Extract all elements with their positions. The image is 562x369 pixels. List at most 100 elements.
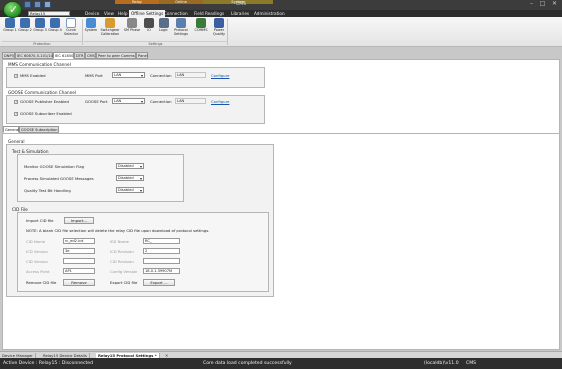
goose-subscriber-label: GOOSE Subscriber Enabled <box>20 111 72 116</box>
tab-dtr[interactable]: DTR <box>74 52 85 59</box>
process-simulated-select[interactable]: Disabled <box>116 175 144 181</box>
export-button[interactable]: Export ... <box>143 279 175 286</box>
cid-version-field <box>63 258 95 264</box>
window-title: CMS <box>236 2 247 7</box>
cid-note: NOTE: A blank CID file selection will de… <box>26 228 210 233</box>
save-icon[interactable] <box>24 1 31 8</box>
goose-connection-label: Connection <box>150 99 172 104</box>
cid-version-label: CID Version <box>26 259 48 264</box>
group-label-settings: Settings <box>84 41 227 46</box>
goose-port-select[interactable]: LAN <box>112 98 145 104</box>
mms-port-select[interactable]: LAN <box>112 72 145 78</box>
tab-dnp3[interactable]: DNP3 <box>2 52 15 59</box>
goose-fieldset: GOOSE Publisher Enabled GOOSE Port LAN C… <box>6 95 265 124</box>
quality-test-select[interactable]: Disabled <box>116 187 144 193</box>
close-icon[interactable]: ✕ <box>550 1 559 8</box>
cid-name-label: CID Name <box>26 239 46 244</box>
protocol-icon <box>176 18 186 28</box>
menu-bar: Relay15 Device View Help Offline Setting… <box>0 10 562 17</box>
remove-cid-label: Remove CID file <box>26 280 57 285</box>
maximize-icon[interactable]: □ <box>538 1 547 8</box>
switchgear-calibration-button[interactable]: Switchgear Calibration <box>100 18 120 41</box>
tab-cms[interactable]: CMS <box>85 52 96 59</box>
mms-connection-field: LAN <box>175 72 206 78</box>
cid-name-field: rc_ed2.icd <box>63 238 95 244</box>
tab-peer-to-peer-comms[interactable]: Peer to peer Comms <box>96 52 136 59</box>
goose-connection-field: LAN <box>175 98 206 104</box>
goose-configure-link[interactable]: Configure <box>211 99 229 104</box>
icd-revision-field: 2 <box>143 248 180 254</box>
icd-version-label: ICD Version <box>26 249 48 254</box>
sm-phase-button[interactable]: SM Phase <box>123 18 141 41</box>
goose-publisher-label: GOOSE Publisher Enabled <box>20 99 69 104</box>
io-button[interactable]: IO <box>143 18 155 41</box>
protocol-settings-button[interactable]: Protocol Settings <box>172 18 190 41</box>
tab-panel[interactable]: Panel <box>136 52 148 59</box>
mms-enabled-checkbox[interactable] <box>14 73 18 78</box>
ribbon-separator <box>82 19 83 45</box>
goose-publisher-checkbox[interactable] <box>14 99 18 104</box>
group-1-button[interactable]: Group 1 <box>3 18 17 41</box>
calibration-icon <box>105 18 115 28</box>
config-version-field: 18.0.1.39907M <box>143 268 180 274</box>
group-icon <box>35 18 45 28</box>
phase-icon <box>127 18 137 28</box>
goose-subscriber-checkbox[interactable] <box>14 111 18 116</box>
group-2-button[interactable]: Group 2 <box>18 18 32 41</box>
group-icon <box>20 18 30 28</box>
curve-selector-button[interactable]: Curve Selector <box>63 18 79 41</box>
remove-button[interactable]: Remove <box>63 279 95 286</box>
redo-icon[interactable] <box>44 1 51 8</box>
access-point-label: Access Point <box>26 269 50 274</box>
config-version-label: Config Version <box>110 269 138 274</box>
ied-name-field: RC_ <box>143 238 180 244</box>
device-select[interactable]: Relay15 <box>28 11 70 16</box>
system-icon <box>86 18 96 28</box>
tab-iec-60870[interactable]: IEC 60870-5-101/104 <box>15 52 55 59</box>
cid-revision-field <box>143 258 180 264</box>
logic-icon <box>158 18 169 28</box>
app-logo-icon[interactable] <box>3 1 22 18</box>
group-3-button[interactable]: Group 3 <box>33 18 47 41</box>
cid-fieldset: Import CID file Import... NOTE: A blank … <box>17 212 269 292</box>
mms-port-label: MMS Port <box>85 73 103 78</box>
group-icon <box>5 18 15 28</box>
menu-connection[interactable]: Connection <box>162 10 190 17</box>
access-point-field: AP1 <box>63 268 95 274</box>
menu-field-readings[interactable]: Field Readings <box>192 10 226 17</box>
ribbon-separator <box>227 19 228 45</box>
cid-revision-label: CID Revision <box>110 259 134 264</box>
general-fieldset: Test & Simulation Monitor GOOSE Simulati… <box>6 144 274 297</box>
comms-button[interactable]: COMMS <box>192 18 210 41</box>
import-button[interactable]: Import... <box>64 217 94 224</box>
ribbon: Group 1 Group 2 Group 3 Group 4 Curve Se… <box>0 17 562 47</box>
menu-administration[interactable]: Administration <box>252 10 287 17</box>
mms-enabled-label: MMS Enabled <box>20 73 46 78</box>
context-tab-relay: Relay <box>115 0 159 4</box>
group-4-button[interactable]: Group 4 <box>48 18 62 41</box>
menu-device[interactable]: Device <box>83 10 101 17</box>
import-cid-label: Import CID file <box>26 218 54 223</box>
title-bar: Relay Online System CMS – □ ✕ <box>0 0 562 10</box>
tab-iec-61850[interactable]: IEC 61850 <box>53 52 74 59</box>
status-message: Core data load completed successfully <box>203 361 292 366</box>
monitor-goose-select[interactable]: Disabled <box>116 163 144 169</box>
goose-port-label: GOOSE Port <box>85 99 108 104</box>
system-button[interactable]: System <box>84 18 98 41</box>
menu-view[interactable]: View <box>102 10 116 17</box>
mms-configure-link[interactable]: Configure <box>211 73 229 78</box>
tab-goose-subscription[interactable]: GOOSE Subscription <box>19 126 59 133</box>
status-active-device: Active Device : Relay15 : Disconnected <box>3 361 94 366</box>
export-cid-label: Export CID file <box>110 280 138 285</box>
mms-connection-label: Connection <box>150 73 172 78</box>
process-simulated-label: Process Simulated GOOSE Messages <box>24 176 94 181</box>
menu-libraries[interactable]: Libraries <box>229 10 251 17</box>
undo-icon[interactable] <box>34 1 41 8</box>
minimize-icon[interactable]: – <box>527 1 536 8</box>
tab-general[interactable]: General <box>3 126 19 133</box>
logic-button[interactable]: Logic <box>157 18 170 41</box>
menu-help[interactable]: Help <box>116 10 130 17</box>
status-database: (localdb)\v11.0 <box>424 361 459 366</box>
menu-offline-settings[interactable]: Offline Settings <box>129 10 166 17</box>
power-quality-button[interactable]: Power Quality <box>211 18 227 41</box>
